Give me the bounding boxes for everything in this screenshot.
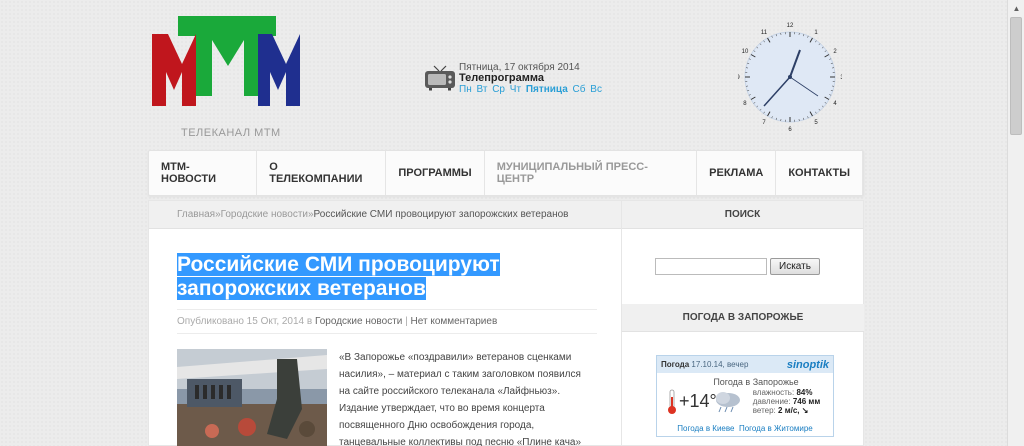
clock-number: 3 — [840, 75, 842, 81]
weather-link-kiev[interactable]: Погода в Киеве — [677, 424, 734, 433]
weather-label: Погода — [661, 360, 690, 369]
tv-days: Пн Вт Ср Чт Пятница Сб Вс — [459, 84, 604, 95]
sinoptik-logo[interactable]: sinoptik — [787, 359, 829, 371]
article-photo[interactable] — [177, 349, 327, 446]
logo-caption: ТЕЛЕКАНАЛ МТМ — [181, 127, 281, 139]
weather-when: 17.10.14, вечер — [691, 360, 749, 369]
day-link[interactable]: Чт — [510, 84, 521, 95]
search-button[interactable]: Искать — [770, 258, 820, 275]
pressure-value: 746 мм — [792, 397, 821, 406]
nav-item-press-center[interactable]: МУНИЦИПАЛЬНЫЙ ПРЕСС-ЦЕНТР — [485, 151, 698, 195]
day-link[interactable]: Вт — [477, 84, 488, 95]
analog-clock: 121234567891011 — [738, 23, 842, 133]
day-link[interactable]: Вс — [590, 84, 602, 95]
clock-number: 2 — [833, 49, 837, 55]
wind-value: 2 м/с, ↘ — [778, 406, 809, 415]
clock-number: 8 — [743, 101, 747, 107]
clock-number: 11 — [761, 30, 768, 36]
tv-icon[interactable] — [424, 65, 456, 91]
search-input[interactable] — [655, 258, 767, 275]
day-link[interactable]: Сб — [573, 84, 586, 95]
main-nav: МТМ-НОВОСТИ О ТЕЛЕКОМПАНИИ ПРОГРАММЫ МУН… — [148, 150, 864, 196]
day-link[interactable]: Ср — [492, 84, 505, 95]
nav-item-news[interactable]: МТМ-НОВОСТИ — [149, 151, 258, 195]
day-link[interactable]: Пн — [459, 84, 472, 95]
meta-comments-link[interactable]: Нет комментариев — [411, 316, 498, 327]
nav-item-ads[interactable]: РЕКЛАМА — [697, 151, 777, 195]
weather-link-zhytomyr[interactable]: Погода в Житомире — [739, 424, 813, 433]
article-text: «В Запорожье «поздравили» ветеранов сцен… — [339, 352, 582, 446]
weather-temp: +14° — [679, 391, 717, 411]
wind-label: ветер: — [752, 406, 776, 415]
weather-heading: ПОГОДА В ЗАПОРОЖЬЕ — [622, 304, 864, 332]
breadcrumb-current: Российские СМИ провоцируют запорожских в… — [313, 209, 569, 220]
meta-category-link[interactable]: Городские новости — [315, 316, 402, 327]
tv-program-widget: Пятница, 17 октября 2014 Телепрограмма П… — [424, 62, 604, 95]
search-form: Искать — [655, 258, 820, 275]
humidity-value: 84% — [796, 388, 813, 397]
breadcrumb-home[interactable]: Главная — [177, 209, 215, 220]
scroll-up-arrow-icon[interactable]: ▲ — [1008, 0, 1024, 17]
clock-number: 5 — [814, 120, 818, 126]
scroll-thumb[interactable] — [1010, 17, 1022, 135]
nav-item-programs[interactable]: ПРОГРАММЫ — [386, 151, 485, 195]
clock-number: 6 — [788, 127, 792, 133]
clock-number: 12 — [787, 23, 794, 29]
day-link-active[interactable]: Пятница — [526, 84, 568, 95]
clock-number: 10 — [742, 49, 749, 55]
clock-number: 1 — [814, 30, 818, 36]
weather-widget-header: Погода 17.10.14, вечер sinoptik — [657, 356, 833, 373]
article-title-text: Российские СМИ провоцируют запорожских в… — [177, 253, 500, 300]
search-heading: ПОИСК — [622, 201, 863, 229]
sidebar: ПОИСК Искать ПОГОДА В ЗАПОРОЖЬЕ Погода 1… — [622, 200, 864, 446]
breadcrumb-section[interactable]: Городские новости — [221, 209, 308, 220]
pressure-label: давление: — [752, 397, 791, 406]
meta-published: Опубликовано 15 Окт, 2014 в — [177, 316, 315, 327]
humidity-label: влажность: — [752, 388, 795, 397]
weather-details: влажность: 84% давление: 746 мм ветер: 2… — [753, 388, 821, 415]
meta-sep: | — [402, 316, 411, 327]
page-scrollbar[interactable]: ▲ — [1007, 0, 1024, 446]
nav-item-about[interactable]: О ТЕЛЕКОМПАНИИ — [257, 151, 387, 195]
article-title: Российские СМИ провоцируют запорожских в… — [177, 253, 597, 301]
clock-number: 4 — [833, 101, 837, 107]
nav-item-contacts[interactable]: КОНТАКТЫ — [776, 151, 863, 195]
article-column: Главная » Городские новости » Российские… — [148, 200, 622, 446]
clock-number: 7 — [762, 120, 766, 126]
weather-body: +14° влажность: 84% давление: 746 мм вет… — [657, 388, 833, 415]
weather-widget[interactable]: Погода 17.10.14, вечер sinoptik Погода в… — [656, 355, 834, 437]
cloud-rain-icon — [716, 392, 740, 413]
clock-number: 9 — [738, 75, 740, 81]
weather-city: Погода в Запорожье — [713, 377, 799, 387]
tv-program-link[interactable]: Телепрограмма — [459, 73, 604, 84]
thermometer-icon — [668, 389, 676, 414]
breadcrumb: Главная » Городские новости » Российские… — [149, 201, 621, 229]
mtm-logo[interactable] — [152, 14, 302, 112]
article-meta: Опубликовано 15 Окт, 2014 в Городские но… — [177, 309, 597, 334]
weather-links: Погода в Киеве Погода в Житомире — [657, 424, 833, 436]
